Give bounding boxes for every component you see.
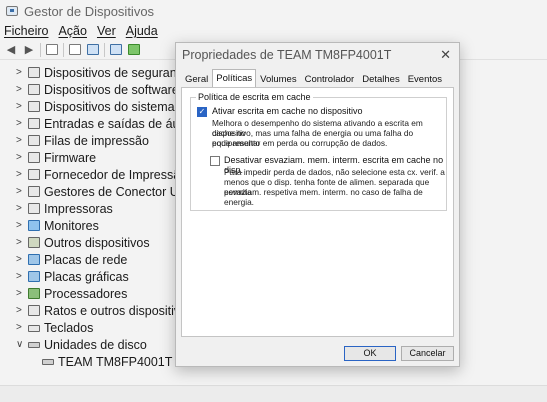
usb-connector-icon — [28, 186, 40, 197]
chevron-right-icon[interactable]: > — [16, 254, 22, 265]
monitor-icon — [28, 220, 40, 231]
keyboard-icon — [28, 324, 40, 332]
menu-action[interactable]: Ação — [58, 24, 87, 40]
dialog-tabs: Geral Políticas Volumes Controlador Deta… — [181, 69, 446, 88]
tab-details[interactable]: Detalhes — [358, 71, 404, 88]
chevron-right-icon[interactable]: > — [16, 288, 22, 299]
chevron-right-icon[interactable]: > — [16, 118, 22, 129]
display-adapter-icon — [28, 271, 40, 282]
enable-write-cache-label: Ativar escrita em cache no dispositivo — [212, 106, 363, 116]
disk-drive-icon — [28, 341, 40, 348]
toolbar-separator — [40, 42, 41, 57]
write-cache-policy-group: Política de escrita em cache ✓ Ativar es… — [190, 92, 447, 211]
chevron-right-icon[interactable]: > — [16, 305, 22, 316]
tab-general[interactable]: Geral — [181, 71, 212, 88]
tab-driver[interactable]: Controlador — [301, 71, 359, 88]
status-strip — [0, 385, 547, 402]
other-devices-icon — [28, 237, 40, 248]
chevron-right-icon[interactable]: > — [16, 203, 22, 214]
firmware-icon — [28, 152, 40, 163]
menu-bar: Ficheiro Ação Ver Ajuda — [0, 24, 164, 40]
enable-write-cache-checkbox[interactable]: ✓ — [197, 107, 207, 117]
enable-write-cache-desc-line: pode resultar em perda ou corrupção de d… — [212, 138, 388, 148]
chevron-right-icon[interactable]: > — [16, 237, 22, 248]
tab-panel: Política de escrita em cache ✓ Ativar es… — [181, 87, 454, 337]
mouse-icon — [28, 305, 40, 316]
forward-arrow-icon[interactable]: ▶ — [22, 43, 36, 57]
system-device-icon — [28, 101, 40, 112]
network-adapter-icon — [28, 254, 40, 265]
printer-icon — [28, 203, 40, 214]
help-icon[interactable] — [68, 43, 82, 57]
chevron-right-icon[interactable]: > — [16, 220, 22, 231]
close-icon[interactable]: ✕ — [440, 47, 451, 63]
chevron-right-icon[interactable]: > — [16, 152, 22, 163]
tab-policies[interactable]: Políticas — [212, 69, 257, 88]
menu-view[interactable]: Ver — [97, 24, 116, 40]
update-driver-icon[interactable] — [127, 43, 141, 57]
device-manager-icon — [6, 6, 18, 16]
chevron-down-icon[interactable]: ∨ — [16, 339, 23, 350]
security-device-icon — [28, 67, 40, 78]
tab-volumes[interactable]: Volumes — [256, 71, 300, 88]
chevron-right-icon[interactable]: > — [16, 101, 22, 112]
disk-drive-icon — [42, 358, 54, 365]
chevron-right-icon[interactable]: > — [16, 84, 22, 95]
print-queue-icon — [28, 135, 40, 146]
chevron-right-icon[interactable]: > — [16, 169, 22, 180]
chevron-right-icon[interactable]: > — [16, 271, 22, 282]
properties-dialog: Propriedades de TEAM TM8FP4001T ✕ Geral … — [175, 42, 460, 367]
dialog-title: Propriedades de TEAM TM8FP4001T — [182, 48, 392, 62]
menu-file[interactable]: Ficheiro — [4, 24, 48, 40]
print-provider-icon — [28, 169, 40, 180]
window-title: Gestor de Dispositivos — [24, 3, 155, 19]
group-label: Política de escrita em cache — [196, 92, 313, 102]
ok-button[interactable]: OK — [344, 346, 396, 361]
scan-hardware-icon[interactable] — [109, 43, 123, 57]
software-device-icon — [28, 84, 40, 95]
toolbar-separator — [104, 42, 105, 57]
properties-icon[interactable] — [45, 43, 59, 57]
disable-cache-flush-desc-line: esvaziam. respetiva mem. interm. no caso… — [224, 187, 423, 207]
toolbar-separator — [63, 42, 64, 57]
back-arrow-icon[interactable]: ◀ — [4, 43, 18, 57]
menu-help[interactable]: Ajuda — [126, 24, 158, 40]
cancel-button[interactable]: Cancelar — [401, 346, 454, 361]
chevron-right-icon[interactable]: > — [16, 135, 22, 146]
tab-events[interactable]: Eventos — [404, 71, 446, 88]
processor-icon — [28, 288, 40, 299]
chevron-right-icon[interactable]: > — [16, 67, 22, 78]
chevron-right-icon[interactable]: > — [16, 186, 22, 197]
disable-cache-flush-checkbox[interactable] — [210, 156, 220, 166]
view-icon[interactable] — [86, 43, 100, 57]
disable-cache-flush-desc-line: Para impedir perda de dados, não selecio… — [224, 167, 445, 177]
chevron-right-icon[interactable]: > — [16, 322, 22, 333]
audio-icon — [28, 118, 40, 129]
title-bar: Gestor de Dispositivos — [0, 0, 547, 22]
